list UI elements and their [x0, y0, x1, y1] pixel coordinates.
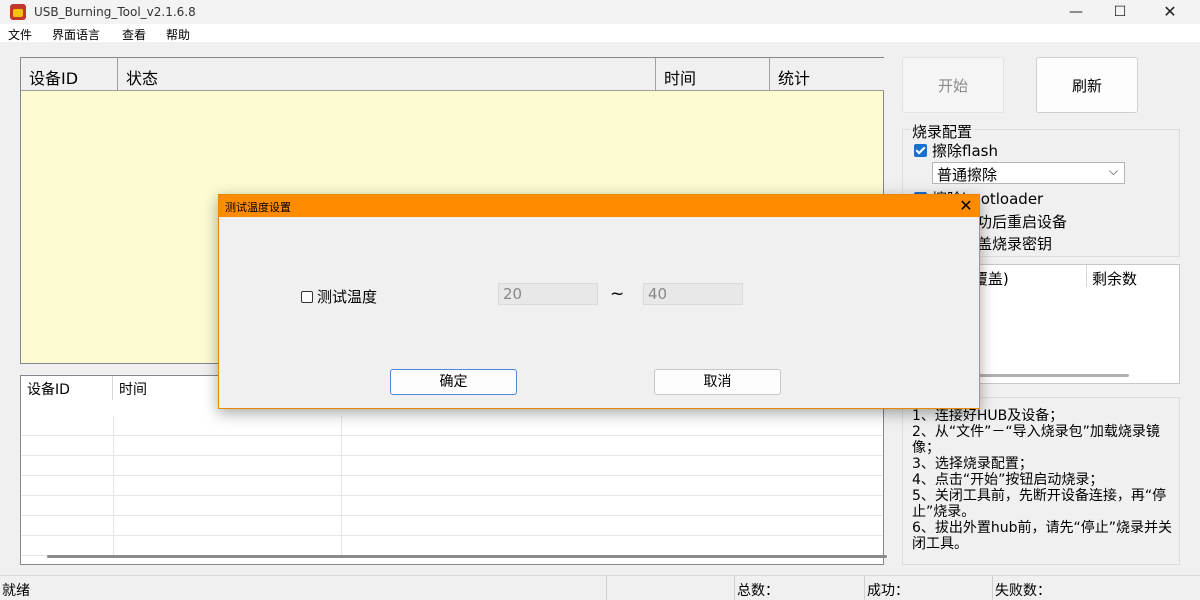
start-button[interactable]: 开始: [902, 57, 1004, 113]
maximize-button[interactable]: ☐: [1096, 0, 1144, 24]
table-row: [21, 436, 883, 456]
table-row: [21, 476, 883, 496]
status-fail: 失败数：: [992, 576, 1200, 600]
cancel-button[interactable]: 取消: [654, 369, 781, 395]
checkbox-unchecked-icon: [301, 291, 313, 303]
column-header-device-id[interactable]: 设备ID: [21, 58, 118, 91]
config-title: 烧录配置: [910, 121, 975, 142]
status-total: 总数：: [734, 576, 862, 600]
column-header-time[interactable]: 时间: [656, 58, 770, 91]
help-text: 1、连接好HUB及设备； 2、从“文件”－“导入烧录包”加载烧录镜像； 3、选择…: [912, 408, 1173, 552]
key-table-header-remaining[interactable]: 剩余数: [1092, 268, 1137, 289]
chevron-down-icon: ⌵: [1108, 164, 1118, 178]
minimize-button[interactable]: —: [1052, 0, 1100, 24]
menu-bar: 文件 界面语言 查看 帮助: [0, 24, 1200, 42]
close-button[interactable]: ✕: [1146, 0, 1194, 24]
refresh-button[interactable]: 刷新: [1036, 57, 1138, 113]
test-temperature-checkbox[interactable]: 测试温度: [301, 286, 377, 307]
menu-view[interactable]: 查看: [122, 26, 146, 43]
ok-button[interactable]: 确定: [390, 369, 517, 395]
status-bar: 就绪 总数： 成功： 失败数：: [0, 575, 1200, 600]
status-text: 就绪: [2, 583, 30, 599]
window-title: USB_Burning_Tool_v2.1.6.8: [34, 5, 196, 19]
range-separator: ~: [610, 284, 625, 304]
dialog-close-icon[interactable]: ✕: [953, 195, 979, 217]
table-row: [21, 456, 883, 476]
dialog-title-bar: 测试温度设置 ✕: [219, 195, 979, 217]
table-row: [21, 416, 883, 436]
menu-file[interactable]: 文件: [8, 26, 32, 43]
temperature-dialog: 测试温度设置 ✕ 测试温度 20 ~ 40 确定 取消: [218, 194, 980, 409]
erase-mode-select[interactable]: 普通擦除 ⌵: [932, 162, 1125, 184]
status-success: 成功：: [864, 576, 992, 600]
checkbox-checked-icon: [914, 144, 927, 157]
erase-flash-checkbox[interactable]: 擦除flash: [914, 140, 998, 161]
column-header-status[interactable]: 状态: [118, 58, 656, 91]
horizontal-scrollbar[interactable]: [47, 555, 887, 558]
log-header-device-id[interactable]: 设备ID: [21, 376, 113, 400]
horizontal-scrollbar[interactable]: [963, 374, 1129, 377]
dialog-title: 测试温度设置: [225, 201, 291, 214]
table-row: [21, 516, 883, 536]
max-temperature-input[interactable]: 40: [643, 283, 743, 305]
table-row: [21, 536, 883, 556]
column-header-statistics[interactable]: 统计: [770, 58, 884, 91]
title-bar: USB_Burning_Tool_v2.1.6.8 — ☐ ✕: [0, 0, 1200, 24]
app-icon: [10, 4, 26, 20]
menu-language[interactable]: 界面语言: [52, 26, 100, 43]
menu-help[interactable]: 帮助: [166, 26, 190, 43]
table-row: [21, 496, 883, 516]
min-temperature-input[interactable]: 20: [498, 283, 598, 305]
